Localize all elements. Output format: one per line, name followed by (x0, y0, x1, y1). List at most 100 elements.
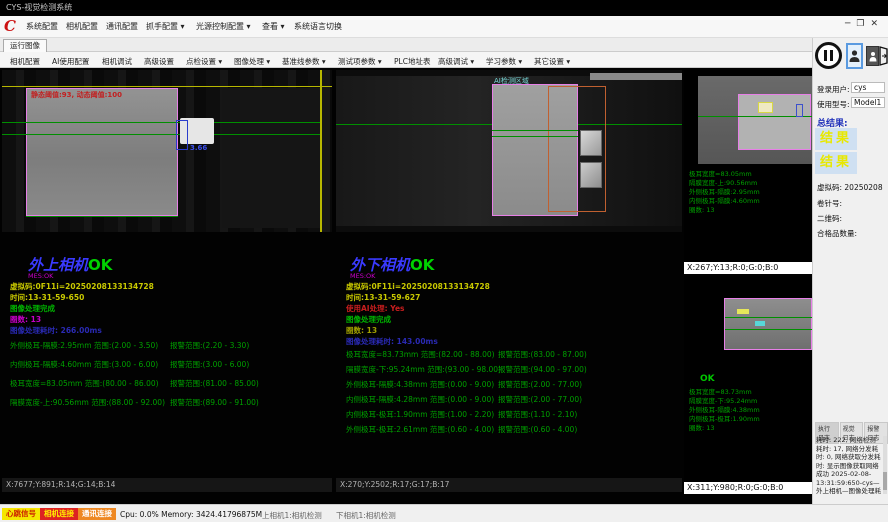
operator-button[interactable] (866, 46, 879, 66)
exit-button[interactable] (879, 46, 888, 66)
aux-camera-view-bottom[interactable]: OK 极耳宽度=83.73mm 隔膜宽度-下:95.24mm 外侧极耳-隔膜:4… (684, 276, 812, 494)
mid-measure-3: 外侧极耳-隔膜:4.38mm 范围:(0.00 - 9.00) (346, 379, 494, 390)
measure-line-green-1 (2, 122, 320, 123)
threshold-overlay-text: 静态阈值:93, 动态阈值:100 (31, 90, 122, 100)
measure-line-green-3 (26, 216, 178, 217)
mid-alarm-6: 报警范围:(0.60 - 4.00) (498, 424, 577, 435)
menu-gripper-config[interactable]: 抓手配置 ▾ (146, 21, 185, 32)
menu-light-config[interactable]: 光源控制配置 ▾ (196, 21, 251, 32)
overlay-line: 内侧极耳-隔膜:4.60mm (689, 197, 760, 206)
close-icon[interactable]: ✕ (870, 19, 884, 29)
tool-camera-debug[interactable]: 相机调试 (102, 56, 132, 67)
tool-ai-usage[interactable]: AI使用配置 (52, 56, 89, 67)
measure-line-green-2 (2, 134, 320, 135)
mid-time: 时间:13-31-59-627 (346, 292, 420, 303)
log-scrollbar-thumb[interactable] (883, 472, 887, 490)
left-measure-1: 外侧极耳-隔膜:2.95mm 范围:(2.00 - 3.50) (10, 340, 158, 351)
left-loop-count: 圈数: 13 (10, 314, 41, 325)
mid-subtitle: MES:OK (350, 272, 375, 280)
tool-spot-check[interactable]: 点检设置 ▾ (186, 56, 222, 67)
reference-line-yellow-v (320, 70, 322, 232)
overlay-line: 极耳宽度=83.05mm (689, 170, 760, 179)
tab-bar: 运行图像 (0, 38, 812, 52)
login-user-field[interactable]: cys (851, 82, 885, 93)
aux-image (698, 76, 812, 164)
user-icon (849, 49, 860, 63)
roi-marker-yellow (737, 309, 749, 314)
right-sidebar: 登录用户: cys 使用型号: Model1 总结果: 结果 结果 虚拟码: 2… (812, 38, 888, 504)
menu-view[interactable]: 查看 ▾ (262, 21, 285, 32)
detail-thumbnail-1 (580, 130, 602, 156)
mid-elapsed: 图像处理耗时: 143.00ms (346, 336, 438, 347)
overlay-line: 外侧极耳-隔膜:4.38mm (689, 406, 760, 415)
virtual-code-label: 虚拟码: 20250208 (817, 182, 883, 193)
mid-status: 图像处理完成 (346, 314, 391, 325)
left-barcode: 虚拟码:0F11i=20250208133134728 (10, 281, 154, 292)
connector-value-text: 3.66 (190, 144, 207, 152)
measure-line-green (725, 317, 813, 318)
tool-other-settings[interactable]: 其它设置 ▾ (534, 56, 570, 67)
log-scrollbar[interactable] (883, 436, 887, 494)
left-time: 时间:13-31-59-650 (10, 292, 84, 303)
camera-view-lower-outer[interactable]: AI检测区域 (336, 70, 682, 232)
mid-pixel-readout: X:270;Y:2502;R:17;G:17;B:17 (336, 478, 682, 492)
app-logo-icon: C (4, 17, 16, 35)
user-button-selected[interactable] (846, 43, 863, 69)
log-text: 耗时: 222, 网络检测耗时: 17, 网络分发耗时: 0, 网络获取分发耗时… (816, 436, 882, 494)
tool-test-params[interactable]: 测试项参数 ▾ (338, 56, 382, 67)
roi-box-blue (796, 104, 803, 117)
measure-line-green-3 (492, 136, 578, 137)
menu-system-config[interactable]: 系统配置 (26, 21, 58, 32)
result-box-1: 结果 (815, 128, 857, 150)
model-field[interactable]: Model1 (851, 97, 885, 108)
camera-view-upper-outer[interactable]: 静态阈值:93, 动态阈值:100 3.66 (2, 70, 332, 232)
title-bar: CYS-视觉检测系统 (0, 0, 888, 16)
maximize-icon[interactable]: ❐ (856, 19, 870, 29)
window-controls[interactable]: ─❐✕ (845, 19, 884, 29)
tool-image-process[interactable]: 图像处理 ▾ (234, 56, 270, 67)
left-alarm-4: 报警范围:(89.00 - 91.00) (170, 397, 259, 408)
menu-language-switch[interactable]: 系统语言切换 (294, 21, 342, 32)
product-region (738, 94, 811, 150)
aux-camera-view-top[interactable]: 极耳宽度=83.05mm 隔膜宽度-上:90.56mm 外侧极耳-隔膜:2.95… (684, 70, 812, 274)
overlay-line: 圈数: 13 (689, 424, 760, 433)
measure-line-green-2 (725, 329, 813, 330)
mid-alarm-1: 报警范围:(83.00 - 87.00) (498, 349, 587, 360)
exit-door-icon (879, 46, 888, 66)
left-alarm-1: 报警范围:(2.20 - 3.30) (170, 340, 249, 351)
login-user-label: 登录用户: (817, 84, 850, 95)
pause-button[interactable] (815, 42, 842, 69)
left-result-ok: OK (88, 256, 112, 274)
tool-camera-config[interactable]: 相机配置 (10, 56, 40, 67)
camera-status-badge: 相机连接 (40, 508, 78, 520)
pause-icon (824, 50, 827, 61)
mid-measure-5: 内侧极耳-极耳:1.90mm 范围:(1.00 - 2.20) (346, 409, 494, 420)
model-label: 使用型号: (817, 99, 850, 110)
aux-bottom-pixel-readout: X:311;Y:980;R:0;G:0;B:0 (684, 482, 812, 494)
tool-advanced-debug[interactable]: 高级调试 ▾ (438, 56, 474, 67)
tool-plc-address[interactable]: PLC地址表 (394, 56, 430, 67)
cpu-memory-readout: Cpu: 0.0% Memory: 3424.41796875M (120, 510, 262, 519)
measure-line-green (698, 116, 812, 117)
product-region: 静态阈值:93, 动态阈值:100 (26, 88, 178, 216)
tool-learning-params[interactable]: 学习参数 ▾ (486, 56, 522, 67)
roi-marker-cyan (755, 321, 765, 326)
menu-bar: C 系统配置 相机配置 通讯配置 抓手配置 ▾ 光源控制配置 ▾ 查看 ▾ 系统… (0, 16, 888, 38)
mid-ai-status: 使用AI处理: Yes (346, 303, 405, 314)
overlay-line: 圈数: 13 (689, 206, 760, 215)
comm-status-badge: 通讯连接 (78, 508, 116, 520)
ai-region-label: AI检测区域 (494, 76, 529, 86)
mid-result-ok: OK (410, 256, 434, 274)
app-window: CYS-视觉检测系统 C 系统配置 相机配置 通讯配置 抓手配置 ▾ 光源控制配… (0, 0, 888, 522)
tool-advanced-settings[interactable]: 高级设置 (144, 56, 174, 67)
minimize-icon[interactable]: ─ (845, 19, 856, 29)
detail-thumbnail-2 (580, 162, 602, 188)
mid-alarm-5: 报警范围:(1.10 - 2.10) (498, 409, 577, 420)
qualified-count-label: 合格品数量: (817, 228, 857, 239)
menu-comm-config[interactable]: 通讯配置 (106, 21, 138, 32)
tool-baseline-params[interactable]: 基准线参数 ▾ (282, 56, 326, 67)
qr-code-label: 二维码: (817, 213, 842, 224)
mid-barcode: 虚拟码:0F11i=20250208133134728 (346, 281, 490, 292)
tab-run-image[interactable]: 运行图像 (3, 39, 47, 52)
menu-camera-config[interactable]: 相机配置 (66, 21, 98, 32)
